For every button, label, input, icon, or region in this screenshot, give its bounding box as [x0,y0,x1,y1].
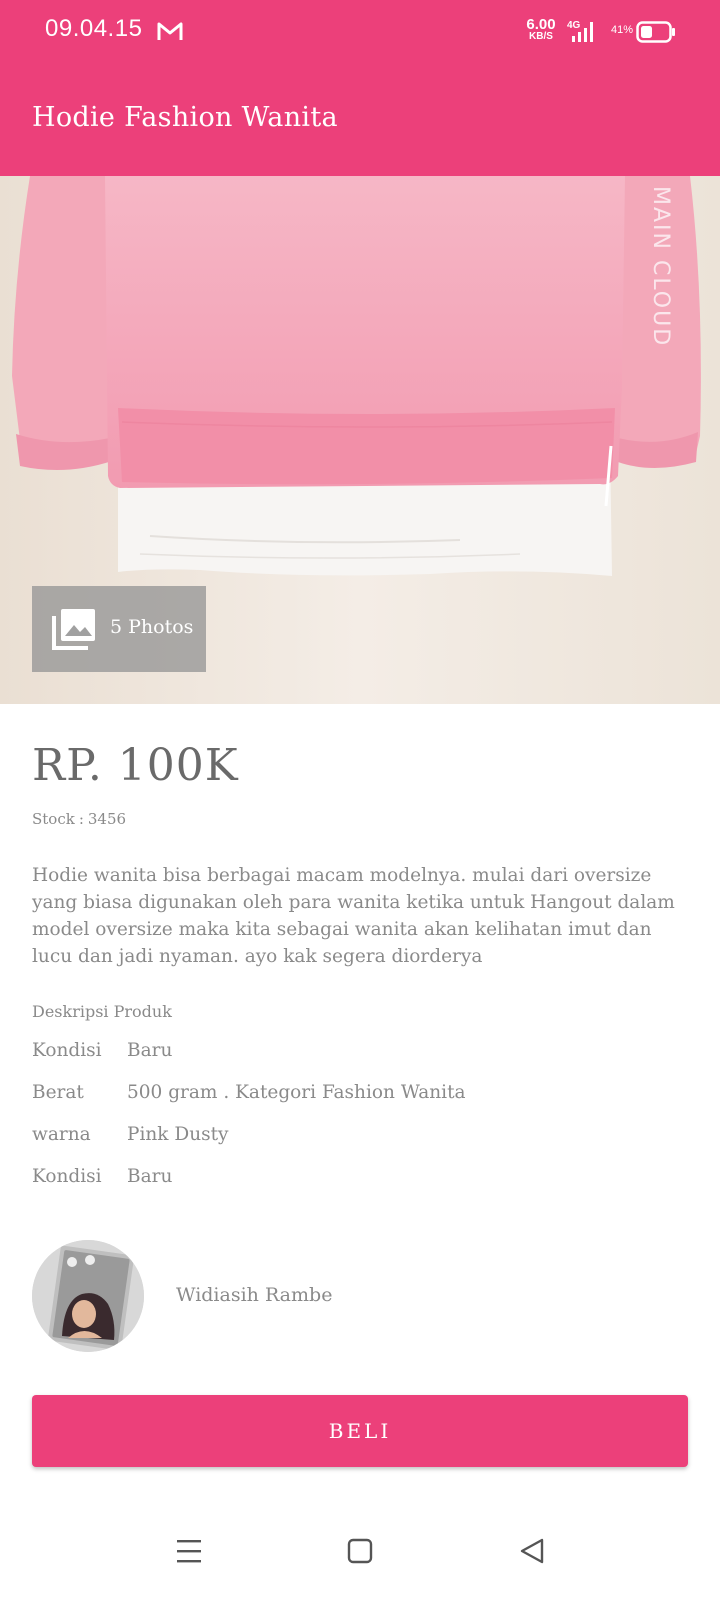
system-nav-bar [0,1500,720,1600]
network-speed: 6.00 KB/S [522,17,560,42]
back-icon[interactable] [517,1536,547,1566]
menu-icon[interactable] [174,1536,204,1566]
photos-count-badge[interactable]: 5 Photos [32,586,206,672]
product-stock: Stock:3456 [32,810,126,828]
spec-value: Baru [127,1040,173,1061]
spec-row-berat: Berat 500 gram . Kategori Fashion Wanita [32,1082,672,1112]
seller-avatar[interactable] [32,1240,144,1352]
product-price: RP. 100K [32,740,239,791]
page-title: Hodie Fashion Wanita [32,102,338,133]
gallery-icon [52,609,95,650]
svg-text:MAIN CLOUD: MAIN CLOUD [648,186,673,347]
network-speed-value: 6.00 [526,16,556,33]
spec-key: Kondisi [32,1040,102,1061]
seller-name[interactable]: Widiasih Rambe [176,1284,332,1306]
spec-row-kondisi-2: Kondisi Baru [32,1166,672,1196]
spec-key: warna [32,1124,91,1145]
spec-section-title: Deskripsi Produk [32,1002,172,1021]
product-image[interactable]: MAIN CLOUD 5 Photos [0,176,720,704]
spec-key: Berat [32,1082,84,1103]
status-time: 09.04.15 [45,15,143,42]
battery-percent: 41% [611,24,634,36]
spec-row-kondisi: Kondisi Baru [32,1040,672,1070]
network-speed-unit: KB/S [529,31,553,42]
spec-key: Kondisi [32,1166,102,1187]
app-header: 09.04.15 6.00 KB/S 4G 41% Hodie Fashion … [0,0,720,176]
buy-button-label: BELI [328,1419,392,1443]
stock-label: Stock [32,810,75,828]
home-icon[interactable] [345,1536,375,1566]
spec-value: Baru [127,1166,173,1187]
avatar-photo [32,1240,144,1352]
stock-separator: : [78,810,84,828]
spec-value: Pink Dusty [127,1124,229,1145]
signal-icon: 4G [567,20,593,42]
stock-value: 3456 [87,810,127,828]
buy-button[interactable]: BELI [32,1395,688,1467]
photos-count-label: 5 Photos [110,616,194,638]
gmail-icon [157,22,183,40]
battery-icon [636,21,675,43]
product-description: Hodie wanita bisa berbagai macam modelny… [32,865,675,967]
spec-row-warna: warna Pink Dusty [32,1124,672,1154]
svg-text:4G: 4G [567,20,581,31]
spec-value: 500 gram . Kategori Fashion Wanita [127,1082,466,1103]
